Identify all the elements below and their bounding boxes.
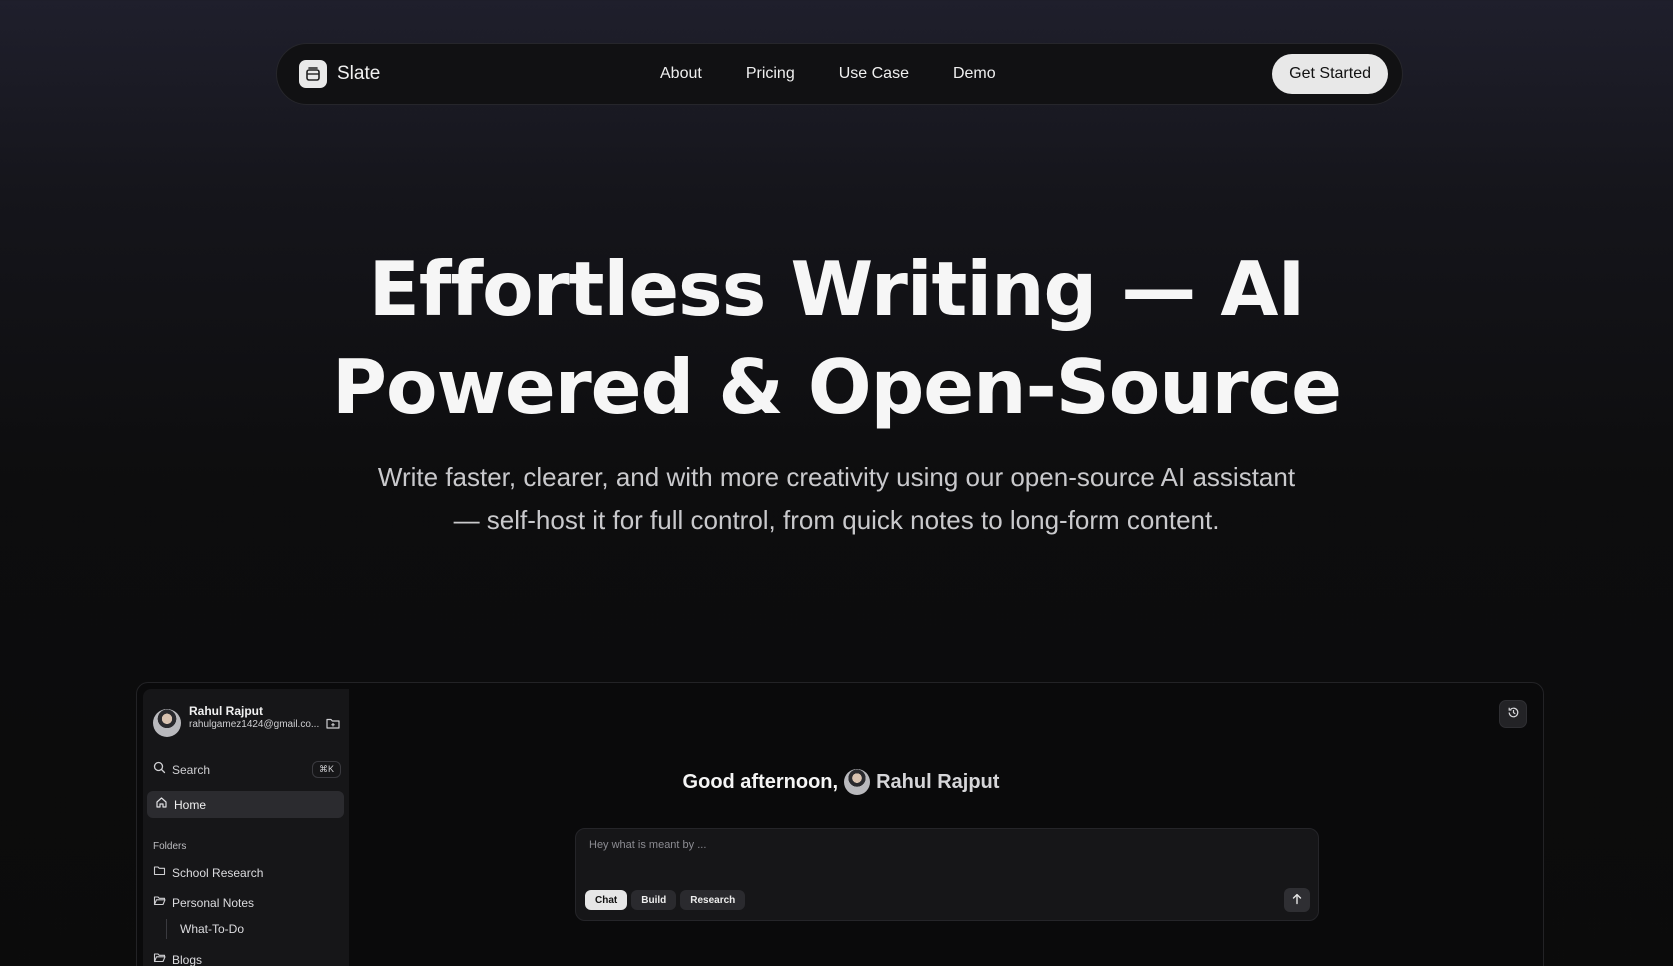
- sidebar-folder-personal-notes[interactable]: Personal Notes: [153, 894, 254, 912]
- history-icon: [1507, 706, 1520, 722]
- hero-subtitle: Write faster, clearer, and with more cre…: [346, 456, 1327, 542]
- brand[interactable]: Slate: [299, 60, 380, 88]
- hero-subtitle-line-2: — self-host it for full control, from qu…: [453, 505, 1220, 535]
- user-email: rahulgamez1424@gmail.co...: [189, 719, 319, 730]
- mode-chat-button[interactable]: Chat: [585, 890, 628, 910]
- nav-link-use-case[interactable]: Use Case: [839, 65, 909, 83]
- app-preview: Rahul Rajput rahulgamez1424@gmail.co... …: [136, 682, 1544, 966]
- history-button[interactable]: [1499, 700, 1527, 728]
- get-started-button[interactable]: Get Started: [1272, 54, 1388, 94]
- hero-title: Effortless Writing — AI Powered & Open-S…: [0, 240, 1673, 436]
- new-folder-icon[interactable]: [325, 715, 341, 731]
- mode-research-button[interactable]: Research: [680, 890, 746, 910]
- greeting: Good afternoon, Rahul Rajput: [137, 769, 1543, 795]
- nav-link-demo[interactable]: Demo: [953, 65, 996, 83]
- note-label: What-To-Do: [180, 922, 245, 936]
- mode-build-button[interactable]: Build: [631, 890, 677, 910]
- folder-label: Personal Notes: [172, 896, 255, 910]
- sidebar-folder-blogs[interactable]: Blogs: [153, 951, 202, 966]
- user-profile[interactable]: Rahul Rajput rahulgamez1424@gmail.co...: [153, 704, 319, 737]
- mode-switcher: Chat Build Research: [585, 890, 746, 910]
- sidebar-folder-school-research[interactable]: School Research: [153, 864, 263, 882]
- avatar: [844, 769, 871, 795]
- send-button[interactable]: [1284, 888, 1310, 912]
- greeting-prefix: Good afternoon,: [682, 770, 839, 793]
- sidebar-item-home[interactable]: Home: [147, 791, 344, 818]
- folder-label: School Research: [172, 866, 264, 880]
- chat-composer: Chat Build Research: [575, 828, 1319, 921]
- hero-subtitle-line-1: Write faster, clearer, and with more cre…: [377, 462, 1296, 492]
- chat-input[interactable]: [589, 839, 1289, 851]
- user-name: Rahul Rajput: [189, 704, 263, 718]
- nav-link-about[interactable]: About: [660, 65, 702, 83]
- home-icon: [155, 796, 168, 814]
- top-navbar: Slate About Pricing Use Case Demo Get St…: [276, 43, 1403, 105]
- folder-label: Blogs: [172, 953, 203, 966]
- brand-name: Slate: [337, 63, 381, 84]
- folders-heading: Folders: [153, 841, 187, 852]
- folder-icon: [153, 864, 166, 882]
- hero-title-line-2: Powered & Open-Source: [332, 343, 1342, 431]
- sidebar-note-what-to-do[interactable]: What-To-Do: [166, 919, 244, 939]
- folder-open-icon: [153, 951, 166, 966]
- avatar: [153, 709, 181, 737]
- arrow-up-icon: [1291, 893, 1303, 908]
- greeting-name: Rahul Rajput: [876, 770, 1000, 793]
- nav-link-pricing[interactable]: Pricing: [746, 65, 795, 83]
- home-label: Home: [174, 797, 207, 812]
- hero-title-line-1: Effortless Writing — AI: [368, 245, 1306, 333]
- sidebar: Rahul Rajput rahulgamez1424@gmail.co... …: [143, 689, 349, 966]
- slate-logo-icon: [299, 60, 327, 88]
- folder-open-icon: [153, 894, 166, 912]
- nav-links: About Pricing Use Case Demo: [660, 44, 1040, 104]
